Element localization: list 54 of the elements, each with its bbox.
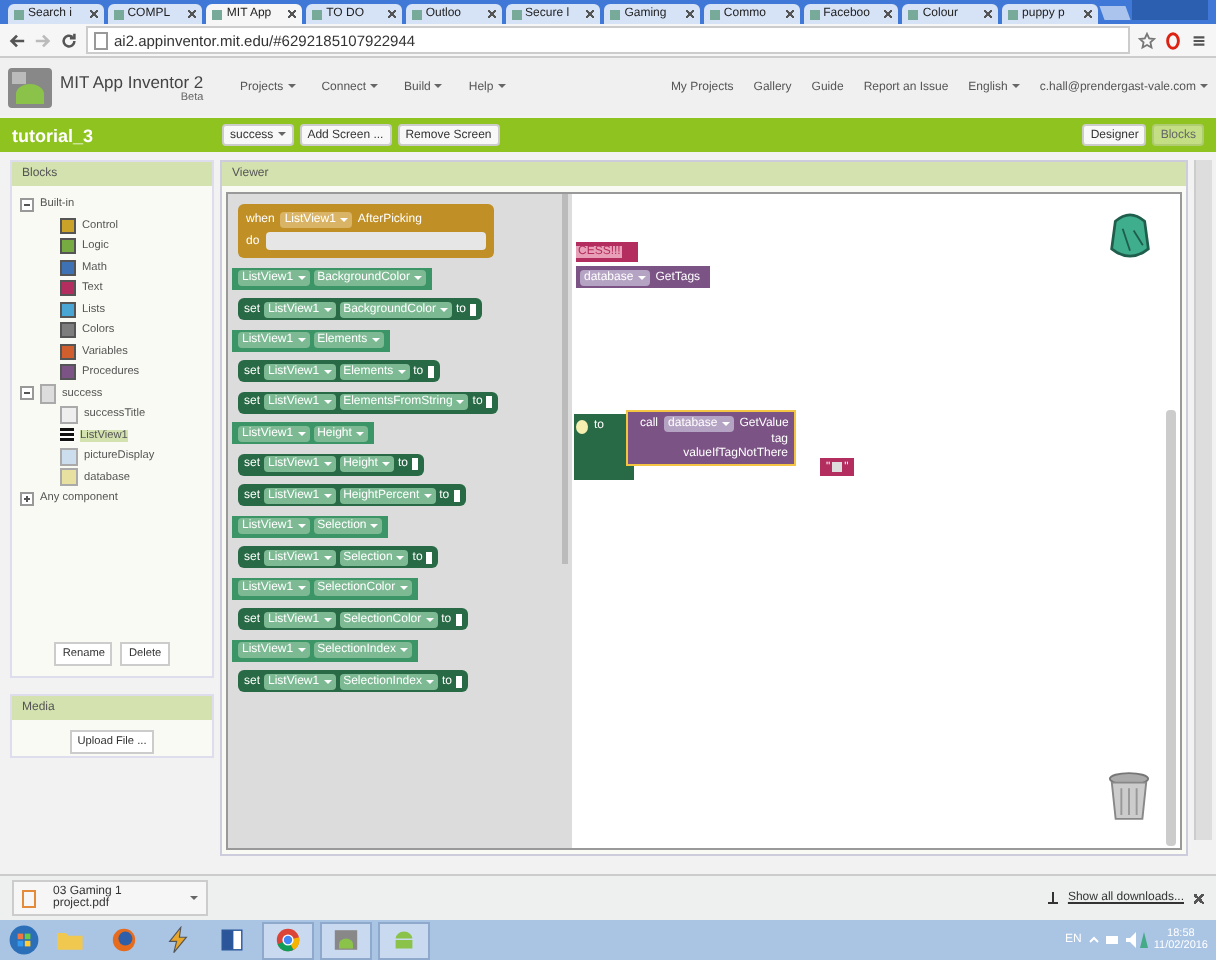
collapse-icon[interactable] [20,386,34,401]
back-icon[interactable] [8,31,26,49]
word-icon[interactable] [218,926,246,954]
close-icon[interactable] [884,10,893,18]
close-icon[interactable] [685,10,694,18]
page-icon [212,9,223,19]
tray-icons-drawing[interactable] [1087,930,1148,950]
page-icon [1008,9,1019,19]
page-icon [14,9,24,19]
image-icon [60,447,78,466]
browser-icon[interactable] [110,926,138,954]
close-icon[interactable] [387,10,396,18]
file-icon [22,889,37,907]
lightning-icon[interactable] [164,926,192,954]
label-icon [60,405,78,424]
project-name: tutorial_3 [12,125,96,145]
app-title: MIT App Inventor 2 [60,71,204,91]
o-logo-icon[interactable] [1164,31,1182,49]
page-icon [908,9,919,19]
close-icon[interactable] [586,10,595,18]
close-icon[interactable] [89,10,98,18]
screen-icon [40,383,56,404]
page-icon [511,9,522,19]
close-icon[interactable] [984,10,993,18]
backpack-icon[interactable] [1108,210,1152,262]
chrome-icon[interactable] [274,926,302,954]
page-icon [709,9,720,19]
reload-icon[interactable] [60,31,78,49]
page-icon [113,9,124,19]
hand-icon [576,420,588,434]
page-icon [411,9,422,19]
collapse-icon[interactable] [20,197,34,212]
close-icon[interactable] [1083,10,1092,18]
start-icon[interactable] [8,924,40,956]
blocks-workspace[interactable] [226,192,1182,850]
page-icon [610,9,621,19]
scrollbar[interactable] [1194,160,1212,840]
db-icon [60,468,78,487]
android-logo-icon[interactable] [8,67,52,107]
star-icon[interactable] [1138,31,1156,49]
scrollbar[interactable] [562,194,568,564]
close-icon[interactable] [1194,893,1204,903]
close-icon[interactable] [288,10,297,18]
close-icon[interactable] [487,10,496,18]
close-icon[interactable] [785,10,794,18]
page-icon [809,9,820,19]
close-icon[interactable] [188,10,197,18]
scrollbar[interactable] [1166,410,1176,846]
menu-icon[interactable] [1190,31,1208,49]
page-icon [312,9,323,19]
trash-icon[interactable] [1108,768,1150,824]
expand-icon[interactable] [20,491,34,506]
download-icon [1047,892,1058,904]
listview-icon [60,428,74,443]
